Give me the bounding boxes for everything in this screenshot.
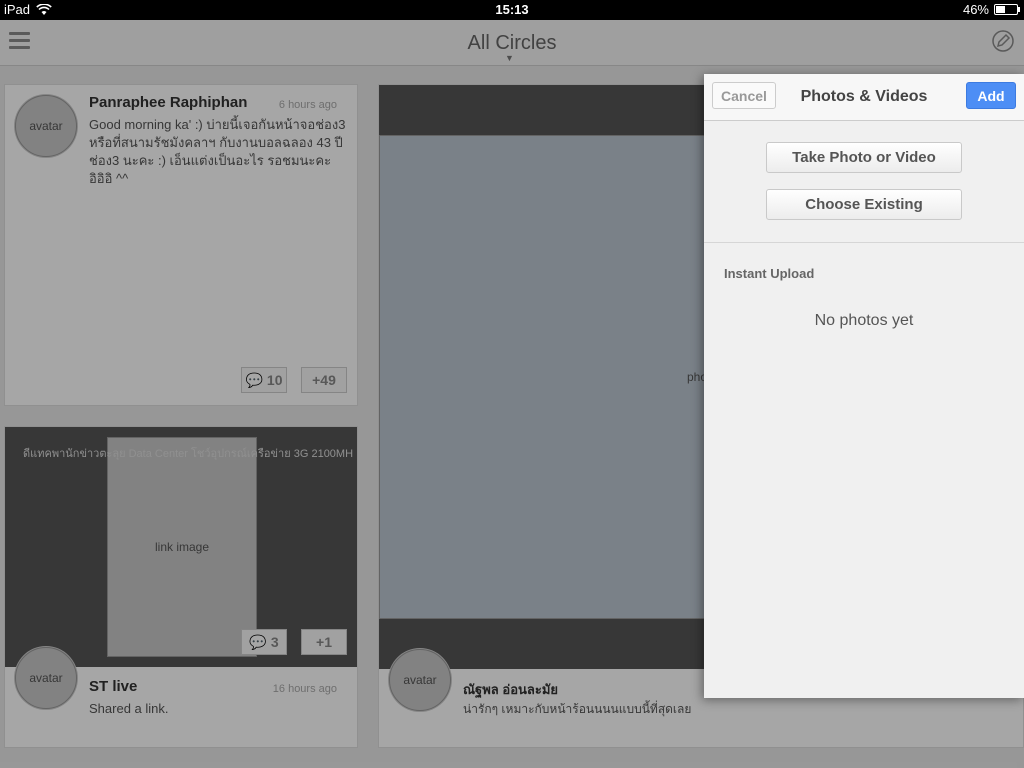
battery-icon — [994, 4, 1020, 15]
add-button[interactable]: Add — [966, 82, 1016, 109]
status-bar: iPad 15:13 46% — [0, 0, 1024, 20]
popover-header: Cancel Photos & Videos Add — [704, 74, 1024, 121]
empty-state-text: No photos yet — [814, 312, 914, 329]
instant-upload-label: Instant Upload — [724, 266, 815, 281]
choose-existing-button[interactable]: Choose Existing — [766, 189, 962, 220]
clock: 15:13 — [495, 2, 529, 17]
divider — [704, 242, 1024, 243]
take-photo-button[interactable]: Take Photo or Video — [766, 142, 962, 173]
photos-videos-popover: Cancel Photos & Videos Add Take Photo or… — [704, 74, 1024, 698]
battery-percent: 46% — [962, 2, 989, 17]
